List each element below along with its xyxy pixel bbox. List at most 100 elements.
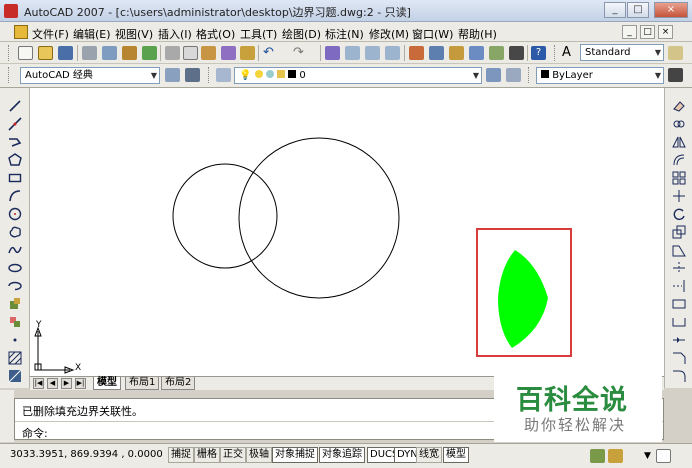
prev-tab-button[interactable]: ◀ [47,378,58,389]
model-toggle[interactable]: 模型 [443,447,469,463]
close-button[interactable]: × [654,2,688,18]
copy-object-icon[interactable] [671,116,687,131]
point-icon[interactable] [7,332,23,347]
small-circle[interactable] [172,163,278,269]
green-hatch-fill[interactable] [498,250,548,348]
last-tab-button[interactable]: ▶| [75,378,86,389]
menu-window[interactable]: 窗口(W) [412,26,453,42]
clean-screen-icon[interactable] [656,449,671,463]
osnap-toggle[interactable]: 对象捕捉 [272,447,318,463]
ellipse-icon[interactable] [7,260,23,275]
copy-icon[interactable] [183,46,198,60]
maximize-button[interactable]: □ [627,2,649,18]
save-icon[interactable] [58,46,73,60]
redo-icon[interactable]: ↷ [293,46,308,60]
zoom-previous-icon[interactable] [385,46,400,60]
toolbar-grip[interactable] [528,67,531,83]
menu-file[interactable]: 文件(F) [32,26,69,42]
command-window-grip[interactable] [0,390,14,442]
move-icon[interactable] [671,188,687,203]
dimension-style-icon[interactable] [668,46,683,60]
undo-icon[interactable]: ↶ [263,46,278,60]
menu-view[interactable]: 视图(V) [115,26,153,42]
rotate-icon[interactable] [671,206,687,221]
linetype-icon[interactable] [668,68,683,82]
make-block-icon[interactable] [7,314,23,329]
tab-layout2[interactable]: 布局2 [161,377,196,390]
layer-combo[interactable]: 💡 0 ▼ [234,67,482,84]
lineweight-toggle[interactable]: 线宽 [416,447,442,463]
chamfer-icon[interactable] [671,350,687,365]
make-object-layer-current-icon[interactable] [486,68,501,82]
paste-icon[interactable] [201,46,216,60]
doc-minimize-button[interactable]: _ [622,25,637,39]
communication-center-icon[interactable] [590,449,605,463]
plot-preview-icon[interactable] [102,46,117,60]
tool-palettes-icon[interactable] [449,46,464,60]
tab-layout1[interactable]: 布局1 [125,377,160,390]
grid-toggle[interactable]: 栅格 [194,447,220,463]
toolbar-grip[interactable] [554,45,557,61]
text-style-combo[interactable]: Standard ▼ [580,44,664,61]
gradient-icon[interactable] [7,368,23,383]
rectangle-icon[interactable] [7,170,23,185]
command-prompt[interactable]: 命令: [22,425,48,441]
polyline-icon[interactable] [7,134,23,149]
menu-edit[interactable]: 编辑(E) [73,26,111,42]
break-at-point-icon[interactable] [671,296,687,311]
markup-icon[interactable] [489,46,504,60]
properties-icon[interactable] [409,46,424,60]
menu-format[interactable]: 格式(O) [196,26,235,42]
match-properties-icon[interactable] [221,46,236,60]
doc-close-button[interactable]: × [658,25,673,39]
lock-toolbar-icon[interactable] [608,449,623,463]
menu-tools[interactable]: 工具(T) [240,26,277,42]
sheet-set-icon[interactable] [469,46,484,60]
large-circle[interactable] [238,137,400,299]
fillet-icon[interactable] [671,368,687,383]
publish-icon[interactable] [122,46,137,60]
polar-toggle[interactable]: 极轴 [246,447,272,463]
menu-dimension[interactable]: 标注(N) [325,26,364,42]
status-menu-icon[interactable]: ▼ [640,449,655,463]
snap-toggle[interactable]: 捕捉 [168,447,194,463]
join-icon[interactable] [671,332,687,347]
layer-previous-icon[interactable] [506,68,521,82]
construction-line-icon[interactable] [7,116,23,131]
mirror-icon[interactable] [671,134,687,149]
color-combo[interactable]: ByLayer ▼ [536,67,664,84]
cut-icon[interactable] [165,46,180,60]
toolbar-grip[interactable] [8,67,11,83]
design-center-icon[interactable] [429,46,444,60]
layer-manager-icon[interactable] [216,68,231,82]
block-editor-icon[interactable] [240,46,255,60]
menu-help[interactable]: 帮助(H) [458,26,497,42]
zoom-realtime-icon[interactable] [345,46,360,60]
zoom-window-icon[interactable] [365,46,380,60]
polygon-icon[interactable] [7,152,23,167]
insert-block-icon[interactable] [7,296,23,311]
coordinate-readout[interactable]: 3033.3951, 869.9394 , 0.0000 [10,449,163,460]
drawing-doc-icon[interactable] [14,25,28,39]
otrack-toggle[interactable]: 对象追踪 [319,447,365,463]
minimize-button[interactable]: _ [604,2,626,18]
help-icon[interactable]: ? [531,46,546,60]
erase-icon[interactable] [671,98,687,113]
hatch-icon[interactable] [7,350,23,365]
spline-icon[interactable] [7,242,23,257]
toolbar-grip[interactable] [8,45,11,61]
pan-icon[interactable] [325,46,340,60]
text-style-icon[interactable]: A [562,46,577,60]
revision-cloud-icon[interactable] [7,224,23,239]
scale-icon[interactable] [671,224,687,239]
ellipse-arc-icon[interactable] [7,278,23,293]
print-icon[interactable] [82,46,97,60]
first-tab-button[interactable]: |◀ [33,378,44,389]
workspace-combo[interactable]: AutoCAD 经典 ▼ [20,67,160,84]
workspace-settings-icon[interactable] [165,68,180,82]
arc-icon[interactable] [7,188,23,203]
new-icon[interactable] [18,46,33,60]
ortho-toggle[interactable]: 正交 [220,447,246,463]
stretch-icon[interactable] [671,242,687,257]
menu-insert[interactable]: 插入(I) [158,26,192,42]
